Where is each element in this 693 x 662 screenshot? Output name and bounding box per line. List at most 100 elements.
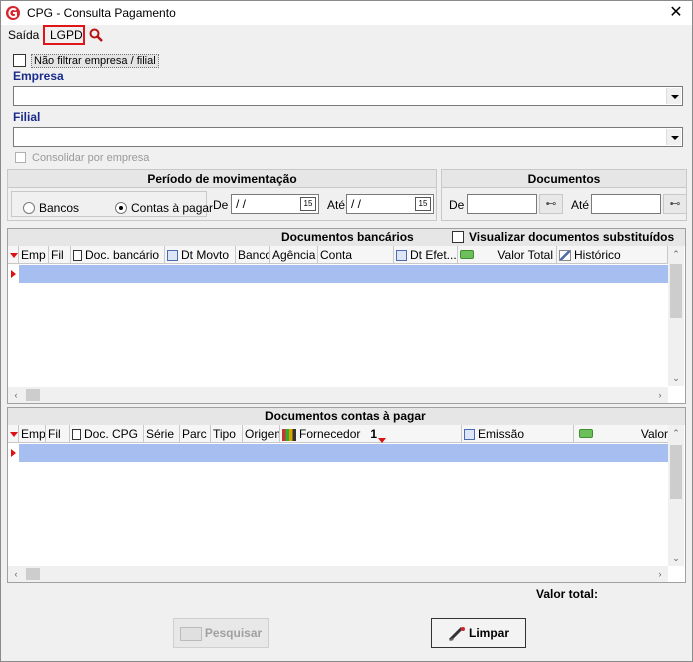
current-row-icon [11,270,16,278]
money-icon [579,429,593,438]
eraser-brush-icon [448,626,465,641]
col-emissao[interactable]: Emissão [462,425,574,443]
col-emissao-label: Emissão [478,427,525,441]
col-banco[interactable]: Banco [236,246,270,264]
col-fil[interactable]: Fil [49,246,71,264]
calendar-icon [396,250,407,262]
scroll-thumb[interactable] [26,568,40,580]
contas-vscroll[interactable]: ⌃ ⌄ [668,425,684,566]
scroll-thumb[interactable] [670,445,682,499]
scroll-up-icon[interactable]: ⌃ [668,425,684,441]
bancarios-header: Emp Fil Doc. bancário Dt Movto Banco Agê… [8,246,668,264]
binoculars-icon[interactable]: ⊷ [663,194,687,214]
sort-arrow-icon [10,253,18,258]
scroll-thumb[interactable] [26,389,40,401]
consolidar-label: Consolidar por empresa [32,152,150,164]
docs-de-input[interactable] [467,194,537,214]
col-origem[interactable]: Origem [243,425,280,443]
app-logo-icon [6,6,20,20]
col-fil[interactable]: Fil [46,425,70,443]
col-doc-bancario[interactable]: Doc. bancário [71,246,165,264]
col-emp[interactable]: Emp [19,246,49,264]
col-dt-movto-label: Dt Movto [181,248,230,262]
radio-bancos-label: Bancos [39,201,80,215]
menu-lgpd[interactable]: LGPD [50,28,83,42]
contas-selected-row[interactable] [8,444,668,462]
col-valor-total-label: Valor Total [497,248,553,262]
pesquisar-label: Pesquisar [204,626,263,640]
col-valor-label: Valor [640,427,668,441]
col-agencia[interactable]: Agência [270,246,318,264]
empresa-combo[interactable] [13,86,683,106]
empresa-label: Empresa [13,69,64,83]
calendar-icon[interactable]: 15 [415,197,431,211]
magnifier-icon[interactable] [89,28,103,42]
col-serie[interactable]: Série [144,425,180,443]
radio-bancos[interactable] [23,202,35,214]
window-title: CPG - Consulta Pagamento [27,6,176,20]
no-filter-checkbox[interactable] [13,54,26,67]
chevron-down-icon[interactable] [666,129,681,145]
calendar-icon [464,429,475,441]
edit-icon [559,250,571,262]
docs-de-label: De [449,198,465,212]
limpar-button[interactable]: Limpar [431,618,526,648]
scroll-right-icon[interactable]: › [652,387,668,403]
scroll-left-icon[interactable]: ‹ [8,566,24,582]
bancarios-title: Documentos bancários [281,230,414,244]
title-bar: CPG - Consulta Pagamento ✕ [1,1,692,25]
pesquisar-button[interactable]: Pesquisar [173,618,269,648]
col-doc-cpg[interactable]: Doc. CPG [70,425,144,443]
bancarios-vscroll[interactable]: ⌃ ⌄ [668,246,684,386]
sort-desc-icon [378,438,387,443]
docs-ate-input[interactable] [591,194,661,214]
contas-hscroll[interactable]: ‹ › [8,566,668,582]
row-indicator-header [8,425,19,443]
periodo-ate-label: Até [327,198,346,212]
row-indicator [8,444,19,462]
col-historico[interactable]: Histórico [557,246,668,264]
scroll-down-icon[interactable]: ⌄ [668,550,684,566]
sort-order-number: 1 [370,427,378,441]
bancarios-hscroll[interactable]: ‹ › [8,387,668,403]
col-fornecedor[interactable]: Fornecedor 1 [280,425,462,443]
col-historico-label: Histórico [574,248,621,262]
col-emp[interactable]: Emp [19,425,46,443]
periodo-ate-value: / / [351,197,362,211]
chevron-down-icon[interactable] [666,88,681,104]
current-row-icon [11,449,16,457]
documentos-title: Documentos [442,170,686,188]
radio-contas[interactable] [115,202,127,214]
periodo-title: Período de movimentação [8,170,436,188]
col-valor-total[interactable]: Valor Total [458,246,557,264]
docs-ate-label: Até [571,198,590,212]
filial-combo[interactable] [13,127,683,147]
col-doc-cpg-label: Doc. CPG [84,427,139,441]
col-dt-efet[interactable]: Dt Efet... [394,246,458,264]
filial-label: Filial [13,110,41,124]
col-dt-movto[interactable]: Dt Movto [165,246,236,264]
bancarios-selected-row[interactable] [8,265,668,283]
substituidos-checkbox[interactable] [452,231,464,243]
scroll-thumb[interactable] [670,264,682,318]
col-conta[interactable]: Conta [318,246,394,264]
scroll-left-icon[interactable]: ‹ [8,387,24,403]
document-icon [72,429,81,441]
valor-total-label: Valor total: [536,587,599,601]
scroll-right-icon[interactable]: › [652,566,668,582]
col-dt-efet-label: Dt Efet... [410,248,457,262]
menu-saida[interactable]: Saída [8,28,39,42]
col-tipo[interactable]: Tipo [211,425,243,443]
main-window: CPG - Consulta Pagamento ✕ Saída LGPD Nã… [0,0,693,662]
radio-contas-label: Contas à pagar [131,201,214,215]
consolidar-checkbox[interactable] [15,152,26,163]
scroll-down-icon[interactable]: ⌄ [668,370,684,386]
col-parc[interactable]: Parc [180,425,211,443]
calendar-icon[interactable]: 15 [300,197,316,211]
binoculars-icon[interactable]: ⊷ [539,194,563,214]
books-icon [282,428,296,441]
scroll-up-icon[interactable]: ⌃ [668,246,684,262]
col-doc-bancario-label: Doc. bancário [85,248,160,262]
close-button[interactable]: ✕ [661,1,691,25]
col-valor[interactable]: Valor [574,425,668,443]
